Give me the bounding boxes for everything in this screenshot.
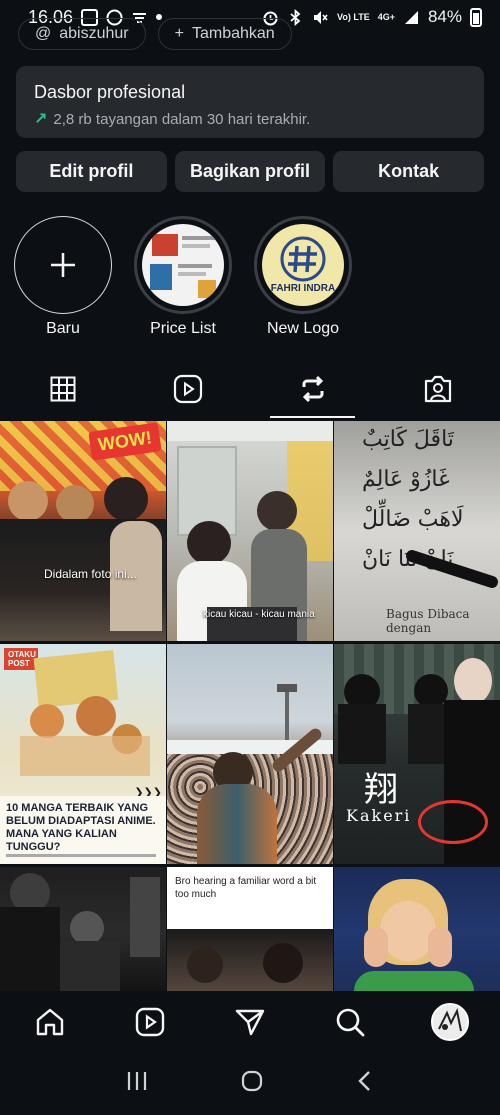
post-tile[interactable]: Bro hearing a familiar word a bit too mu… (167, 867, 333, 991)
plus-icon (51, 253, 75, 277)
post-tile[interactable]: WOW! Didalam foto ini... (0, 421, 166, 641)
highlight-label: New Logo (266, 320, 340, 337)
home-system-button[interactable] (240, 1069, 264, 1098)
back-button[interactable] (355, 1069, 375, 1098)
post-tile[interactable] (167, 644, 333, 864)
highlight-label: Baru (46, 320, 80, 337)
tab-reels[interactable] (125, 360, 250, 418)
post-tile[interactable]: OTAKU POST ❯❯❯ 10 MANGA TERBAIK YANG BEL… (0, 644, 166, 864)
messages-button[interactable] (230, 1002, 270, 1042)
hashtag-logo-icon (280, 236, 326, 282)
reels-icon (135, 1007, 165, 1037)
post-caption: 10 MANGA TERBAIK YANG BELUM DIADAPTASI A… (6, 802, 156, 853)
profile-actions: Edit profil Bagikan profil Kontak (16, 151, 485, 192)
mute-icon (312, 9, 329, 26)
share-profile-button[interactable]: Bagikan profil (174, 151, 326, 192)
reels-icon (173, 374, 202, 404)
new-logo-thumbnail: FAHRI INDRA (262, 224, 344, 306)
trend-up-icon: ↗ (34, 111, 48, 128)
post-tile[interactable] (0, 867, 166, 991)
add-chip[interactable]: + Tambahkan (157, 18, 292, 50)
dashboard-subtitle: 2,8 rb tayangan dalam 30 hari terakhir. (53, 110, 311, 128)
grid-icon (50, 376, 75, 402)
post-tile[interactable]: 翔 Kakeri (334, 644, 500, 864)
tab-tagged[interactable] (375, 360, 500, 418)
handle-text: abiszuhur (59, 25, 129, 42)
signal-label: 4G+ (377, 11, 395, 22)
highlight-new[interactable]: Baru (14, 216, 112, 338)
dashboard-title: Dasbor profesional (34, 82, 186, 102)
highlight-new-logo[interactable]: FAHRI INDRA New Logo (254, 216, 352, 338)
post-caption: kicau kicau - kicau mania (203, 609, 315, 620)
reels-nav-button[interactable] (130, 1002, 170, 1042)
post-caption: Bro hearing a familiar word a bit too mu… (175, 876, 317, 900)
kakeri-text: Kakeri (346, 806, 412, 825)
profile-chips: @ abiszuhur + Tambahkan (18, 18, 292, 50)
post-tile[interactable]: kicau kicau - kicau mania (167, 421, 333, 641)
search-icon (336, 1008, 365, 1037)
professional-dashboard[interactable]: Dasbor profesional ↗ 2,8 rb tayangan dal… (16, 66, 484, 138)
post-tile[interactable] (334, 867, 500, 991)
post-tile[interactable]: تَاقَلَ كَاتِبٌ غَازُوْ عَالِمٌ لَاهَبْ … (334, 421, 500, 641)
posts-grid: WOW! Didalam foto ini... kicau kicau - k… (0, 421, 500, 991)
logo-text: FAHRI INDRA (270, 283, 336, 294)
edit-profile-button[interactable]: Edit profil (16, 151, 167, 192)
battery-percent: 84% (427, 7, 462, 26)
threads-icon: @ (35, 25, 52, 42)
profile-avatar-icon (433, 1005, 467, 1039)
arabic-line-1: تَاقَلَ كَاتِبٌ (362, 427, 454, 452)
home-circle-icon (241, 1070, 263, 1091)
arabic-line-3: لَاهَبْ ضَالِّلْ (362, 507, 464, 532)
dashboard-stat-row: ↗ 2,8 rb tayangan dalam 30 hari terakhir… (34, 109, 466, 129)
bottom-navigation (0, 993, 500, 1051)
plus-icon: + (174, 25, 184, 42)
highlight-ring[interactable] (134, 216, 232, 314)
home-icon (36, 1008, 64, 1036)
arabic-line-2: غَازُوْ عَالِمٌ (362, 467, 450, 492)
avatar (431, 1003, 469, 1041)
highlight-ring[interactable]: FAHRI INDRA (254, 216, 352, 314)
back-icon (357, 1070, 370, 1091)
system-navigation (0, 1051, 500, 1115)
battery-icon (470, 7, 482, 27)
highlight-label: Price List (150, 320, 216, 337)
new-highlight-circle[interactable] (14, 216, 112, 314)
network-label: Vo) LTE (337, 11, 370, 22)
signal-icon (403, 9, 420, 26)
recent-apps-icon (128, 1071, 147, 1090)
kanji-text: 翔 (364, 770, 398, 810)
recent-apps-button[interactable] (125, 1070, 149, 1097)
post-caption: Didalam foto ini... (44, 567, 137, 581)
post-caption: Bagus Dibaca dengan (386, 607, 470, 635)
search-button[interactable] (330, 1002, 370, 1042)
add-text: Tambahkan (191, 25, 275, 42)
contact-button[interactable]: Kontak (333, 151, 485, 192)
price-list-thumbnail (142, 224, 224, 306)
threads-handle-chip[interactable]: @ abiszuhur (18, 18, 146, 50)
reposts-icon (302, 375, 323, 403)
tab-reposts[interactable] (250, 360, 375, 418)
tagged-icon (424, 375, 451, 403)
profile-tabs (0, 360, 500, 418)
highlight-price-list[interactable]: Price List (134, 216, 232, 338)
home-button[interactable] (30, 1002, 70, 1042)
profile-button[interactable] (430, 1002, 470, 1042)
tab-posts[interactable] (0, 360, 125, 418)
send-icon (235, 1009, 265, 1036)
